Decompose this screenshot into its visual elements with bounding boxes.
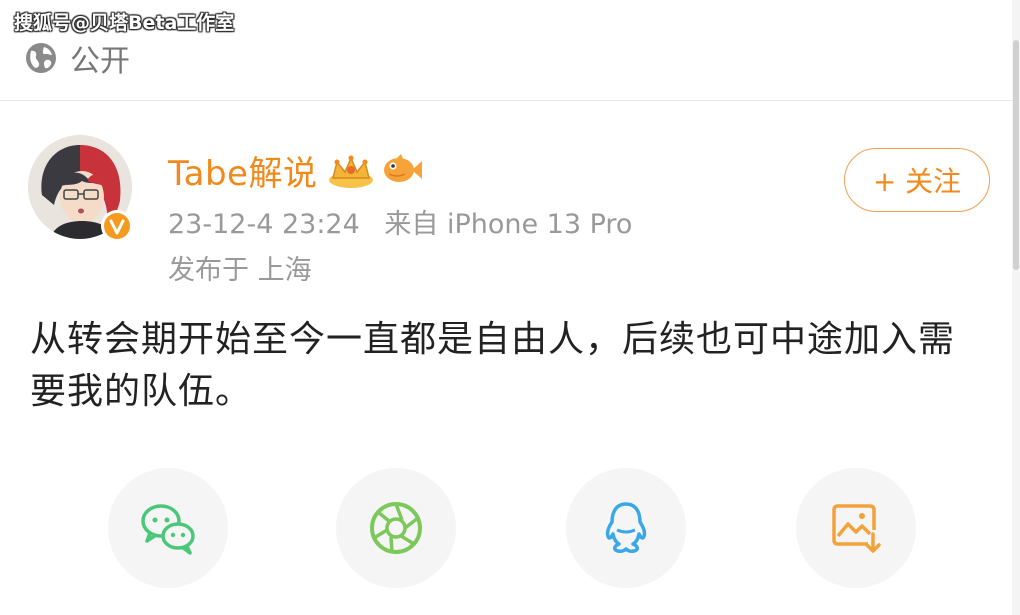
share-moments-button[interactable] <box>336 468 456 588</box>
qq-icon <box>605 502 647 553</box>
scrollbar[interactable] <box>1012 0 1020 615</box>
post-source: 来自 iPhone 13 Pro <box>384 209 633 240</box>
save-image-icon <box>832 504 881 553</box>
fish-icon <box>384 154 423 182</box>
follow-button[interactable]: + 关注 <box>844 148 990 212</box>
username-row: Tabe解说 <box>168 146 423 194</box>
visibility-label: 公开 <box>70 44 130 79</box>
moments-icon <box>370 502 422 554</box>
username[interactable]: Tabe解说 <box>168 146 317 195</box>
weibo-post-screen: 搜狐号@贝塔Beta工作室 公开 Tabe解说 23-12-4 23:24 来自… <box>0 0 1020 615</box>
share-wechat-button[interactable] <box>108 468 228 588</box>
wechat-icon <box>141 504 195 555</box>
verified-badge-icon <box>101 210 133 242</box>
watermark: 搜狐号@贝塔Beta工作室 <box>14 12 235 34</box>
post-timestamp: 23-12-4 23:24 <box>168 209 360 240</box>
save-image-button[interactable] <box>796 468 916 588</box>
post-content: 从转会期开始至今一直都是自由人，后续也可中途加入需要我的队伍。 <box>30 319 956 412</box>
post-meta: 23-12-4 23:24 来自 iPhone 13 Pro <box>168 202 632 241</box>
share-qq-button[interactable] <box>566 468 686 588</box>
crown-icon <box>329 155 374 188</box>
post-location: 发布于 上海 <box>168 255 312 286</box>
scroll-thumb[interactable] <box>1013 40 1019 270</box>
visibility-row[interactable]: 公开 <box>24 38 130 79</box>
globe-icon <box>26 43 56 73</box>
